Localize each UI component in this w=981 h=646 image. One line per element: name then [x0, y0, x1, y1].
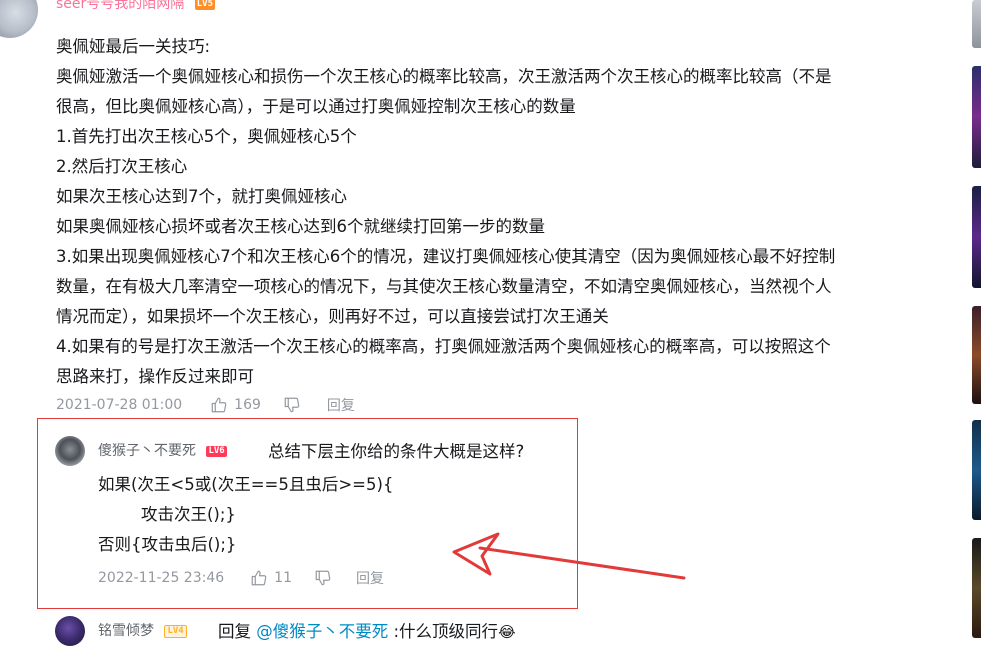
- like-button[interactable]: 169: [210, 396, 261, 414]
- dislike-button[interactable]: [314, 569, 332, 587]
- reply-meta: 2022-11-25 23:46 11 回复: [98, 566, 384, 590]
- reply-button[interactable]: 回复: [327, 395, 355, 415]
- code-line: 攻击次王();}: [141, 505, 236, 524]
- reply-code-block: 如果(次王<5或(次王==5且虫后>=5){ 攻击次王();} 否则{攻击虫后(…: [98, 470, 393, 560]
- top-comment-username[interactable]: seer号号我的陌网隔: [56, 0, 184, 12]
- sidebar-thumbnail[interactable]: [972, 0, 981, 48]
- dislike-button[interactable]: [283, 396, 301, 414]
- mention-link[interactable]: @傻猴子丶不要死: [256, 622, 388, 641]
- reply-prefix: 回复: [218, 622, 257, 641]
- sidebar-thumbnail[interactable]: [972, 306, 981, 404]
- top-comment-username-row: seer号号我的陌网隔 LV5: [56, 0, 215, 13]
- comment-line: 奥佩娅最后一关技巧:: [56, 37, 211, 56]
- reply-username[interactable]: 铭雪倾梦: [98, 623, 154, 639]
- comment-line: 情况而定），如果损坏一个次王核心，则再好不过，可以直接尝试打次王通关: [56, 307, 609, 326]
- reply-username[interactable]: 傻猴子丶不要死: [98, 443, 196, 459]
- reply-avatar[interactable]: [55, 436, 85, 466]
- reply-button[interactable]: 回复: [356, 568, 384, 588]
- code-line: 否则{攻击虫后();}: [98, 535, 237, 554]
- thumbs-down-icon: [315, 570, 331, 586]
- reply-username-row: 傻猴子丶不要死 LV6: [98, 440, 227, 460]
- comment-line: 奥佩娅激活一个奥佩娅核心和损伤一个次王核心的概率比较高，次王激活两个次王核心的概…: [56, 67, 832, 86]
- comment-line: 思路来打，操作反过来即可: [56, 367, 254, 386]
- top-comment-content: 奥佩娅最后一关技巧: 奥佩娅激活一个奥佩娅核心和损伤一个次王核心的概率比较高，次…: [56, 32, 946, 392]
- comment-date: 2021-07-28 01:00: [56, 397, 183, 413]
- thumbs-up-icon: [251, 570, 267, 586]
- sidebar-thumbnail[interactable]: [972, 420, 981, 520]
- like-button[interactable]: 11: [250, 569, 292, 587]
- annotation-arrow: [452, 532, 686, 580]
- thumbs-down-icon: [284, 397, 300, 413]
- top-comment-avatar[interactable]: [0, 0, 38, 38]
- comment-line: 4.如果有的号是打次王激活一个次王核心的概率高，打奥佩娅激活两个奥佩娅核心的概率…: [56, 337, 831, 356]
- top-comment-meta: 2021-07-28 01:00 169 回复: [56, 393, 355, 417]
- level-badge: LV6: [206, 445, 227, 457]
- comment-line: 1.首先打出次王核心5个，奥佩娅核心5个: [56, 127, 357, 146]
- comment-line: 3.如果出现奥佩娅核心7个和次王核心6个的情况，建议打奥佩娅核心使其清空（因为奥…: [56, 247, 836, 266]
- like-count: 11: [274, 570, 292, 586]
- reply-avatar[interactable]: [55, 616, 85, 646]
- thumbs-up-icon: [211, 397, 227, 413]
- comment-line: 如果奥佩娅核心损坏或者次王核心达到6个就继续打回第一步的数量: [56, 217, 545, 236]
- comment-line: 2.然后打次王核心: [56, 157, 188, 176]
- sidebar-thumbnail[interactable]: [972, 538, 981, 638]
- laughing-emoji-icon: 😂: [498, 623, 516, 641]
- reply-text: 总结下层主你给的条件大概是这样?: [268, 442, 525, 461]
- level-badge: LV5: [194, 0, 215, 10]
- sidebar-thumbnail[interactable]: [972, 66, 981, 168]
- level-badge: LV4: [164, 624, 187, 638]
- comment-line: 数量，在有极大几率清空一项核心的情况下，与其使次王核心数量清空，不如清空奥佩娅核…: [56, 277, 832, 296]
- comment-line: 很高，但比奥佩娅核心高），于是可以通过打奥佩娅控制次王核心的数量: [56, 97, 576, 116]
- reply-text: 回复 @傻猴子丶不要死 :什么顶级同行😂: [218, 618, 516, 642]
- comment-line: 如果次王核心达到7个，就打奥佩娅核心: [56, 187, 347, 206]
- like-count: 169: [234, 397, 261, 413]
- reply-date: 2022-11-25 23:46: [98, 570, 225, 586]
- code-line: 如果(次王<5或(次王==5且虫后>=5){: [98, 475, 394, 494]
- reply-body: :什么顶级同行: [388, 622, 499, 641]
- sidebar-thumbnail[interactable]: [972, 186, 981, 288]
- reply-username-row: 铭雪倾梦 LV4: [98, 620, 187, 640]
